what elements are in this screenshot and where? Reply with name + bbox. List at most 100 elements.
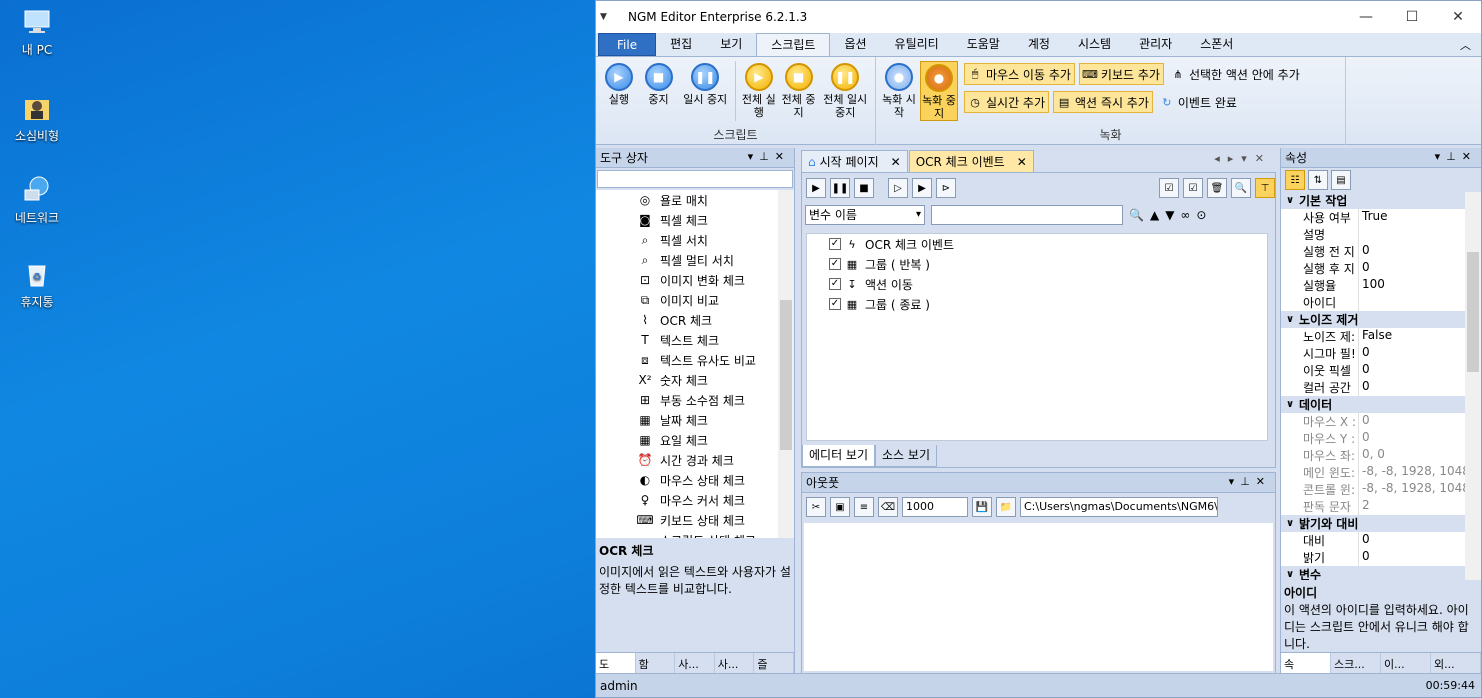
property-value[interactable]: 0, 0 [1359,447,1481,464]
chevron-down-icon[interactable]: ∨ [1281,195,1299,206]
ribbon-collapse-icon[interactable]: ︿ [1460,37,1471,53]
property-row[interactable]: 노이즈 제: False [1281,328,1481,345]
tab-account[interactable]: 계정 [1014,33,1064,56]
property-value[interactable]: 0 [1359,532,1481,549]
property-value[interactable]: False [1359,328,1481,345]
pause-button[interactable]: ❚❚ 일시 중지 [679,61,731,121]
property-value[interactable]: -8, -8, 1928, 1048 [1359,481,1481,498]
toolbox-item[interactable]: ⊞ 부동 소수점 체크 [596,390,794,410]
property-value[interactable]: 100 [1359,277,1481,294]
close-button[interactable]: ✕ [1435,1,1481,33]
log-icon[interactable]: ▣ [830,497,850,517]
property-row[interactable]: 이웃 픽셀 0 [1281,362,1481,379]
pause-all-button[interactable]: ❚❚ 전체 일시 중지 [819,61,871,121]
property-row[interactable]: 아이디 [1281,294,1481,311]
toolbox-item[interactable]: ♀ 마우스 커서 체크 [596,490,794,510]
tab-options[interactable]: 옵션 [830,33,880,56]
run-button[interactable]: ▶ 실행 [600,61,638,121]
check-all-button[interactable]: ☑ [1159,178,1179,198]
title-bar[interactable]: ▼ NGM Editor Enterprise 6.2.1.3 — ☐ ✕ [596,1,1481,33]
variable-input[interactable] [931,205,1123,225]
add-in-selected-button[interactable]: ⋔ 선택한 액션 안에 추가 [1168,63,1303,85]
event-done-button[interactable]: ↻ 이벤트 완료 [1157,91,1240,113]
sort-az-icon[interactable]: ⇅ [1308,170,1328,190]
add-mouse-move-button[interactable]: 🖱 마우스 이동 추가 [964,63,1075,85]
tab-help[interactable]: 도움말 [953,33,1014,56]
stop-button[interactable]: ■ 중지 [640,61,678,121]
move-up-icon[interactable]: ▲ [1150,208,1159,222]
eraser-icon[interactable]: ⌫ [878,497,898,517]
property-row[interactable]: 마우스 X :0 [1281,413,1481,430]
property-pages-icon[interactable]: ▤ [1331,170,1351,190]
move-down-icon[interactable]: ▼ [1165,208,1174,222]
tab-ocr-event[interactable]: OCR 체크 이벤트 ✕ [908,150,1034,172]
toolbox-item[interactable]: ◙ 픽셀 체크 [596,210,794,230]
toolbox-scrollbar[interactable] [778,190,794,538]
desktop-icon-network[interactable]: 네트워크 [2,174,72,226]
property-value[interactable]: 0 [1359,260,1481,277]
close-icon[interactable]: ✕ [891,155,901,169]
property-row[interactable]: 판독 문자 2 [1281,498,1481,515]
search-icon[interactable]: 🔍 [1231,178,1251,198]
property-row[interactable]: 시그마 필! 0 [1281,345,1481,362]
tree-node[interactable]: ✓ ϟ OCR 체크 이벤트 [807,234,1267,254]
property-value[interactable]: 2 [1359,498,1481,515]
tab-start-page[interactable]: ⌂ 시작 페이지 ✕ [801,150,908,172]
add-keyboard-button[interactable]: ⌨ 키보드 추가 [1078,63,1164,85]
add-action-instant-button[interactable]: ▤ 액션 즉시 추가 [1053,91,1153,113]
property-category[interactable]: ∨ 노이즈 제거 [1281,311,1481,328]
panel-buttons[interactable]: ▾⊥✕ [1435,150,1477,163]
property-value[interactable]: -8, -8, 1928, 1048 [1359,464,1481,481]
properties-bottom-tab[interactable]: 외... [1431,653,1481,674]
tab-view[interactable]: 보기 [706,33,756,56]
property-value[interactable]: True [1359,209,1481,226]
toolbox-item[interactable]: T 텍스트 체크 [596,330,794,350]
chevron-down-icon[interactable]: ∨ [1281,518,1299,529]
check-button[interactable]: ☑ [1183,178,1203,198]
toolbox-bottom-tab[interactable]: 사... [675,653,715,674]
property-value[interactable]: 0 [1359,413,1481,430]
property-row[interactable]: 실행율 100 [1281,277,1481,294]
tab-editor-view[interactable]: 에디터 보기 [802,445,876,467]
run-all-button[interactable]: ▶ 전체 실행 [740,61,778,121]
property-row[interactable]: 콘트롤 윈: -8, -8, 1928, 1048 [1281,481,1481,498]
tab-admin[interactable]: 관리자 [1125,33,1186,56]
categorized-icon[interactable]: ☷ [1285,170,1305,190]
property-row[interactable]: 밝기 0 [1281,549,1481,566]
node-checkbox[interactable]: ✓ [829,258,841,270]
toolbox-item[interactable]: ⏰ 시간 경과 체크 [596,450,794,470]
toolbox-item[interactable]: ⌇ OCR 체크 [596,310,794,330]
desktop-icon-user-folder[interactable]: 소심비형 [2,92,72,144]
output-count-input[interactable]: 1000 [902,497,968,517]
variable-select[interactable]: 변수 이름 [805,205,925,225]
desktop-icon-pc[interactable]: 내 PC [2,6,72,58]
step-button[interactable]: ▷ [888,178,908,198]
node-checkbox[interactable]: ✓ [829,238,841,250]
tree-node[interactable]: ✓ ▦ 그룹 ( 종료 ) [807,294,1267,314]
record-start-button[interactable]: ● 녹화 시작 [880,61,918,121]
play-button[interactable]: ▶ [806,178,826,198]
tab-utility[interactable]: 유틸리티 [881,33,953,56]
loop-icon[interactable]: ∞ [1180,208,1190,222]
system-menu-icon[interactable]: ▼ [600,12,616,22]
properties-scrollbar[interactable] [1465,192,1481,580]
toolbox-search-input[interactable] [597,170,793,188]
toolbox-item[interactable]: ⧈ 텍스트 유사도 비교 [596,350,794,370]
close-icon[interactable]: ✕ [1017,155,1027,169]
document-nav-buttons[interactable]: ◂▸▾✕ [1214,152,1272,165]
delete-button[interactable]: 🗑 [1207,178,1227,198]
property-row[interactable]: 마우스 좌: 0, 0 [1281,447,1481,464]
tab-sponsor[interactable]: 스폰서 [1186,33,1247,56]
property-category[interactable]: ∨ 밝기와 대비 [1281,515,1481,532]
lines-icon[interactable]: ≡ [854,497,874,517]
chevron-down-icon[interactable]: ∨ [1281,569,1299,580]
property-row[interactable]: 사용 여부 True [1281,209,1481,226]
toolbox-item[interactable]: ▦ 요일 체크 [596,430,794,450]
toolbox-bottom-tab[interactable]: 함 [636,653,676,674]
properties-bottom-tab[interactable]: 스크... [1331,653,1381,674]
desktop-icon-recycle-bin[interactable]: ♻ 휴지통 [2,258,72,310]
search-icon[interactable]: 🔍 [1129,208,1144,222]
toolbox-item[interactable]: ⧉ 이미지 비교 [596,290,794,310]
property-value[interactable]: 0 [1359,362,1481,379]
property-value[interactable]: 0 [1359,243,1481,260]
